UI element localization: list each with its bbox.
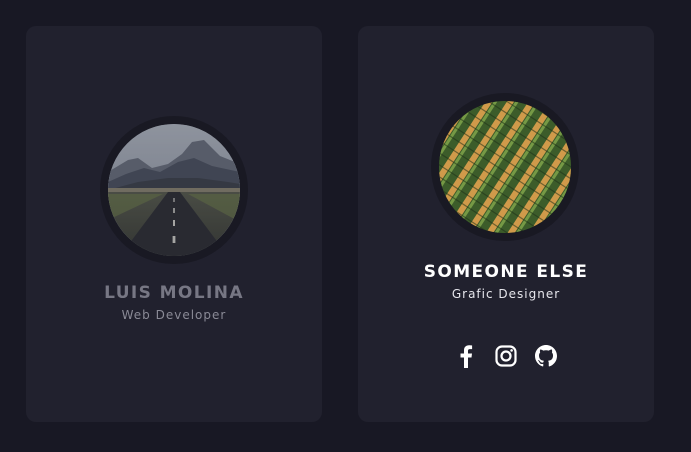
facebook-icon[interactable] xyxy=(454,344,478,368)
profile-card-someone-else[interactable]: SOMEONE ELSE Grafic Designer xyxy=(358,26,654,422)
profile-name: SOMEONE ELSE xyxy=(423,262,589,282)
avatar-road-mountains xyxy=(108,124,240,256)
github-icon[interactable] xyxy=(534,344,558,368)
profile-card-luis-molina[interactable]: LUIS MOLINA Web Developer xyxy=(26,26,322,422)
page: LUIS MOLINA Web Developer SOMEONE ELSE G… xyxy=(0,0,691,452)
profile-name: LUIS MOLINA xyxy=(104,283,244,303)
avatar-field-rows xyxy=(439,101,571,233)
profile-role: Web Developer xyxy=(121,308,227,322)
avatar-ring xyxy=(100,116,248,264)
profile-role: Grafic Designer xyxy=(451,287,561,301)
instagram-icon[interactable] xyxy=(494,344,518,368)
social-links xyxy=(358,344,654,368)
avatar-ring xyxy=(431,93,579,241)
